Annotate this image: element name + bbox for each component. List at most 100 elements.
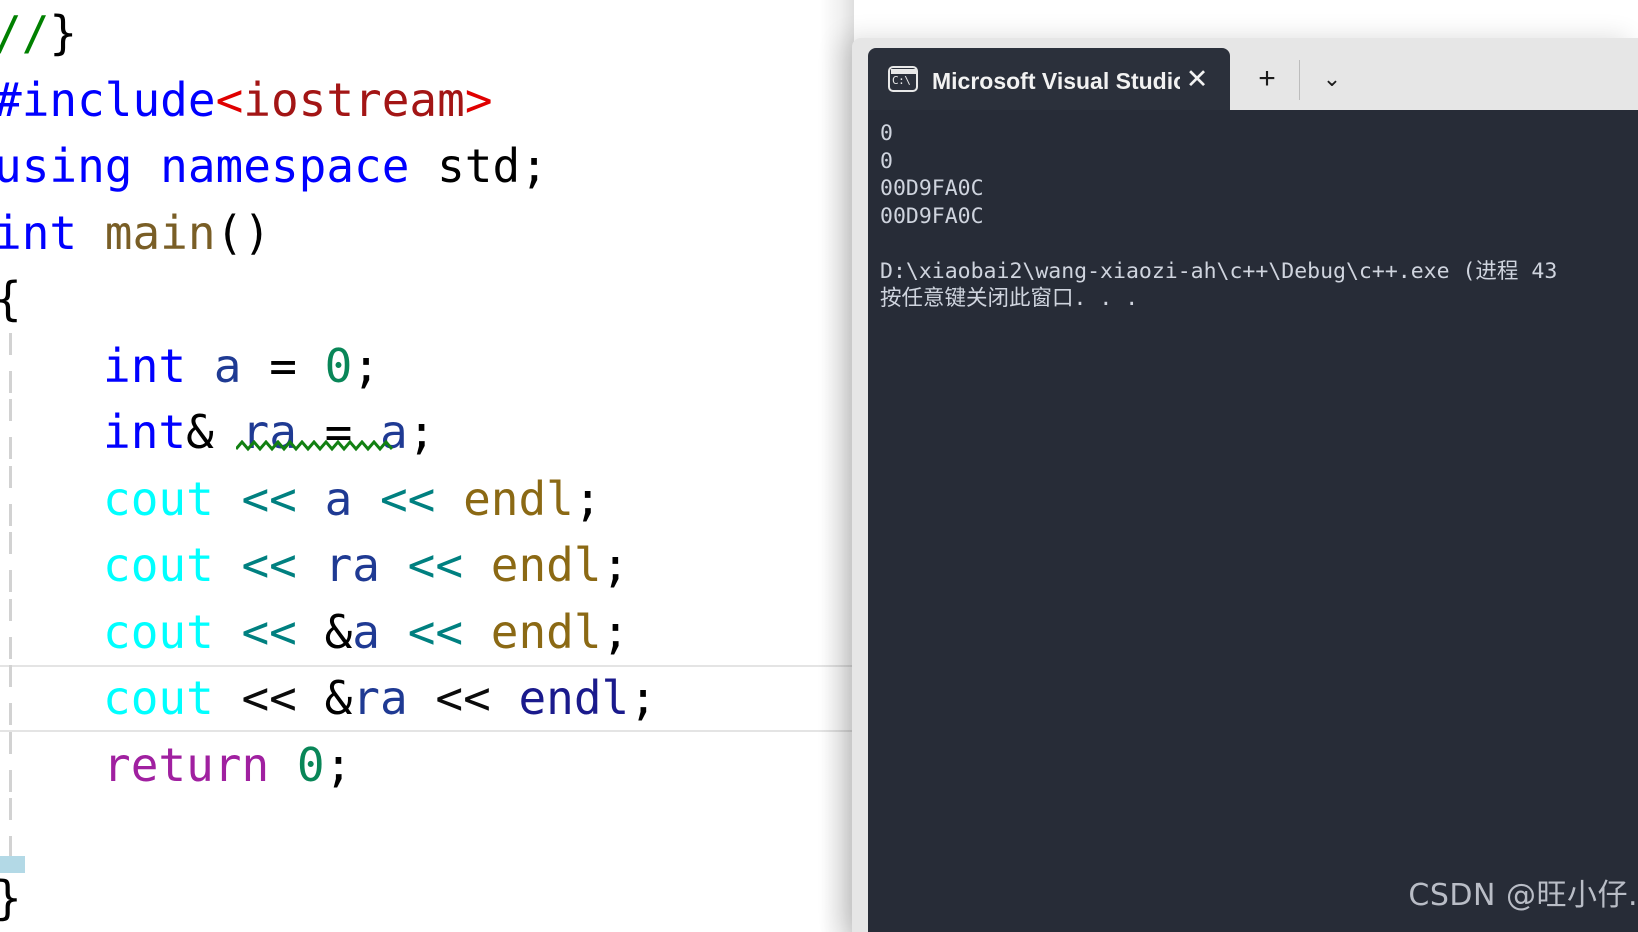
console-output-area[interactable]: 0 0 00D9FA0C 00D9FA0C D:\xiaobai2\wang-xiao… <box>868 110 1638 932</box>
chevron-down-icon[interactable]: ⌄ <box>1309 56 1355 102</box>
code-line[interactable]: using namespace std; <box>0 133 880 200</box>
code-token: std; <box>409 139 548 193</box>
code-token: ; <box>324 737 353 792</box>
code-token: #include <box>0 72 216 127</box>
code-token: << <box>241 671 297 725</box>
close-icon[interactable]: ✕ <box>1180 62 1214 96</box>
text-selection-highlight <box>0 856 25 873</box>
code-line[interactable]: int a = 0; <box>0 332 880 399</box>
code-token: () <box>215 205 271 260</box>
code-token: int <box>0 205 78 260</box>
code-token: // <box>0 6 50 60</box>
code-token: cout <box>103 538 214 592</box>
code-line[interactable]: int main() <box>0 200 880 267</box>
code-token: ; <box>601 538 630 592</box>
code-token: cout <box>103 471 214 526</box>
code-line-text: //} <box>0 6 77 60</box>
console-output-line: 0 <box>880 148 893 174</box>
console-window[interactable]: C:\ Microsoft Visual Studio 调试控 ✕ + ⌄ 00… <box>852 38 1638 932</box>
code-token: ; <box>629 671 657 725</box>
tabstrip-divider <box>1299 60 1300 100</box>
code-token: ra <box>352 671 408 725</box>
code-token: << <box>407 604 464 659</box>
code-token: ; <box>573 471 602 526</box>
code-line[interactable]: //} <box>0 0 880 67</box>
new-tab-button[interactable]: + <box>1244 56 1290 102</box>
code-line[interactable]: { <box>0 266 880 333</box>
code-token: } <box>0 871 22 925</box>
code-line[interactable]: return 0; <box>0 731 880 798</box>
code-line[interactable]: } <box>0 865 880 932</box>
code-token: a <box>379 405 408 459</box>
code-line[interactable]: int& ra = a; <box>0 399 880 466</box>
command-prompt-icon-label: C:\ <box>892 74 911 87</box>
code-token: << <box>241 604 297 659</box>
code-token: int <box>103 405 187 459</box>
code-token: << <box>241 538 297 592</box>
code-line-text: return 0; <box>103 738 352 792</box>
code-line[interactable]: cout << &ra << endl; <box>0 665 880 732</box>
code-line[interactable]: #include<iostream> <box>0 67 880 134</box>
code-token: a <box>324 471 353 526</box>
code-token: = <box>296 405 380 459</box>
code-line[interactable]: cout << &a << endl; <box>0 598 880 665</box>
console-output-line: D:\xiaobai2\wang-xiaozi-ah\c++\Debug\c++… <box>880 258 1558 284</box>
console-output-line: 00D9FA0C <box>880 176 984 201</box>
code-token: } <box>49 6 78 60</box>
tab-microsoft-visual-studio-debug[interactable]: C:\ Microsoft Visual Studio 调试控 ✕ <box>868 48 1230 110</box>
indent-guide <box>9 731 12 798</box>
code-token: main <box>104 205 216 260</box>
code-token: using namespace <box>0 139 410 193</box>
code-token: a <box>213 338 242 393</box>
code-line[interactable]: cout << a << endl; <box>0 465 880 532</box>
code-token: ; <box>352 338 380 393</box>
code-token: return <box>103 737 270 792</box>
code-token: cout <box>103 604 214 659</box>
code-token: 0 <box>324 338 353 393</box>
code-line-text: } <box>0 871 22 925</box>
code-token: int <box>103 338 187 393</box>
screenshot-root: //} #include<iostream> using namespace std… <box>0 0 1638 932</box>
code-token: 0 <box>296 737 325 792</box>
code-token: endl <box>490 538 602 592</box>
indent-guide <box>9 598 12 665</box>
code-token: iostream <box>243 72 465 127</box>
indent-guide <box>9 798 12 865</box>
indent-guide <box>9 399 12 466</box>
code-line-text: int& ra = a; <box>103 405 435 459</box>
indent-guide <box>9 332 12 399</box>
code-token: ; <box>407 405 436 459</box>
code-token: { <box>0 272 22 326</box>
code-token: << <box>379 471 436 526</box>
code-line[interactable]: cout << ra << endl; <box>0 532 880 599</box>
code-line-text: cout << &ra << endl; <box>103 671 657 725</box>
code-token: > <box>464 72 493 127</box>
code-line-text: cout << &a << endl; <box>103 605 629 659</box>
code-line-text: using namespace std; <box>0 139 548 193</box>
code-line[interactable] <box>0 798 880 865</box>
code-text-area[interactable]: //} #include<iostream> using namespace std… <box>0 0 880 931</box>
code-token: << <box>435 671 491 725</box>
indent-guide <box>9 665 12 732</box>
code-line-text: int main() <box>0 206 271 260</box>
tab-title: Microsoft Visual Studio 调试控 <box>932 68 1180 94</box>
